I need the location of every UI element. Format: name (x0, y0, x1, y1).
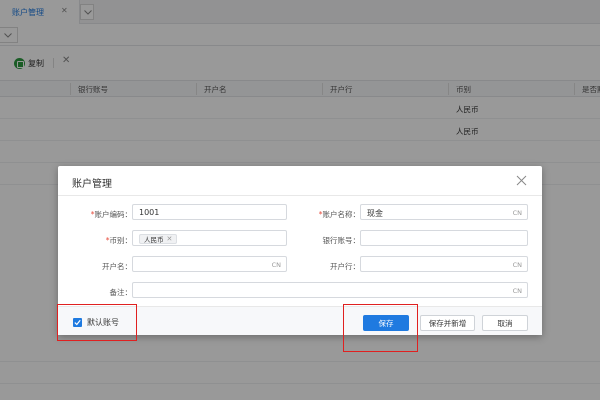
account-code-input[interactable]: 1001 (132, 204, 287, 220)
cancel-button[interactable]: 取消 (482, 315, 528, 331)
currency-tag: 人民币 ✕ (139, 234, 177, 244)
tag-remove-icon[interactable]: ✕ (167, 235, 173, 243)
remark-label: 备注： (62, 287, 132, 298)
language-suffix: CN (513, 261, 522, 269)
bank-account-label: 银行账号： (290, 235, 360, 246)
holder-name-input[interactable]: CN (132, 256, 287, 272)
language-suffix: CN (513, 209, 522, 217)
bank-account-input[interactable] (360, 230, 528, 246)
currency-tag-text: 人民币 (144, 234, 164, 244)
dialog-title: 账户管理 (72, 175, 112, 190)
account-name-value: 现金 (367, 208, 383, 219)
highlight-box-save (343, 304, 418, 352)
language-suffix: CN (272, 261, 281, 269)
account-name-label: *账户名称： (290, 209, 360, 220)
account-code-label: *账户编码： (62, 209, 132, 220)
holder-name-label: 开户名： (62, 261, 132, 272)
currency-label: *币别： (62, 235, 132, 246)
bank-input[interactable]: CN (360, 256, 528, 272)
close-icon[interactable] (516, 175, 527, 186)
language-suffix: CN (513, 287, 522, 295)
currency-select[interactable]: 人民币 ✕ (132, 230, 287, 246)
dialog-header: 账户管理 (58, 166, 542, 196)
account-name-input[interactable]: 现金 CN (360, 204, 528, 220)
account-code-value: 1001 (139, 208, 159, 217)
highlight-box-default-account (57, 304, 137, 341)
bank-label: 开户行： (290, 261, 360, 272)
save-and-new-button[interactable]: 保存并新增 (420, 315, 475, 331)
remark-input[interactable]: CN (132, 282, 528, 298)
